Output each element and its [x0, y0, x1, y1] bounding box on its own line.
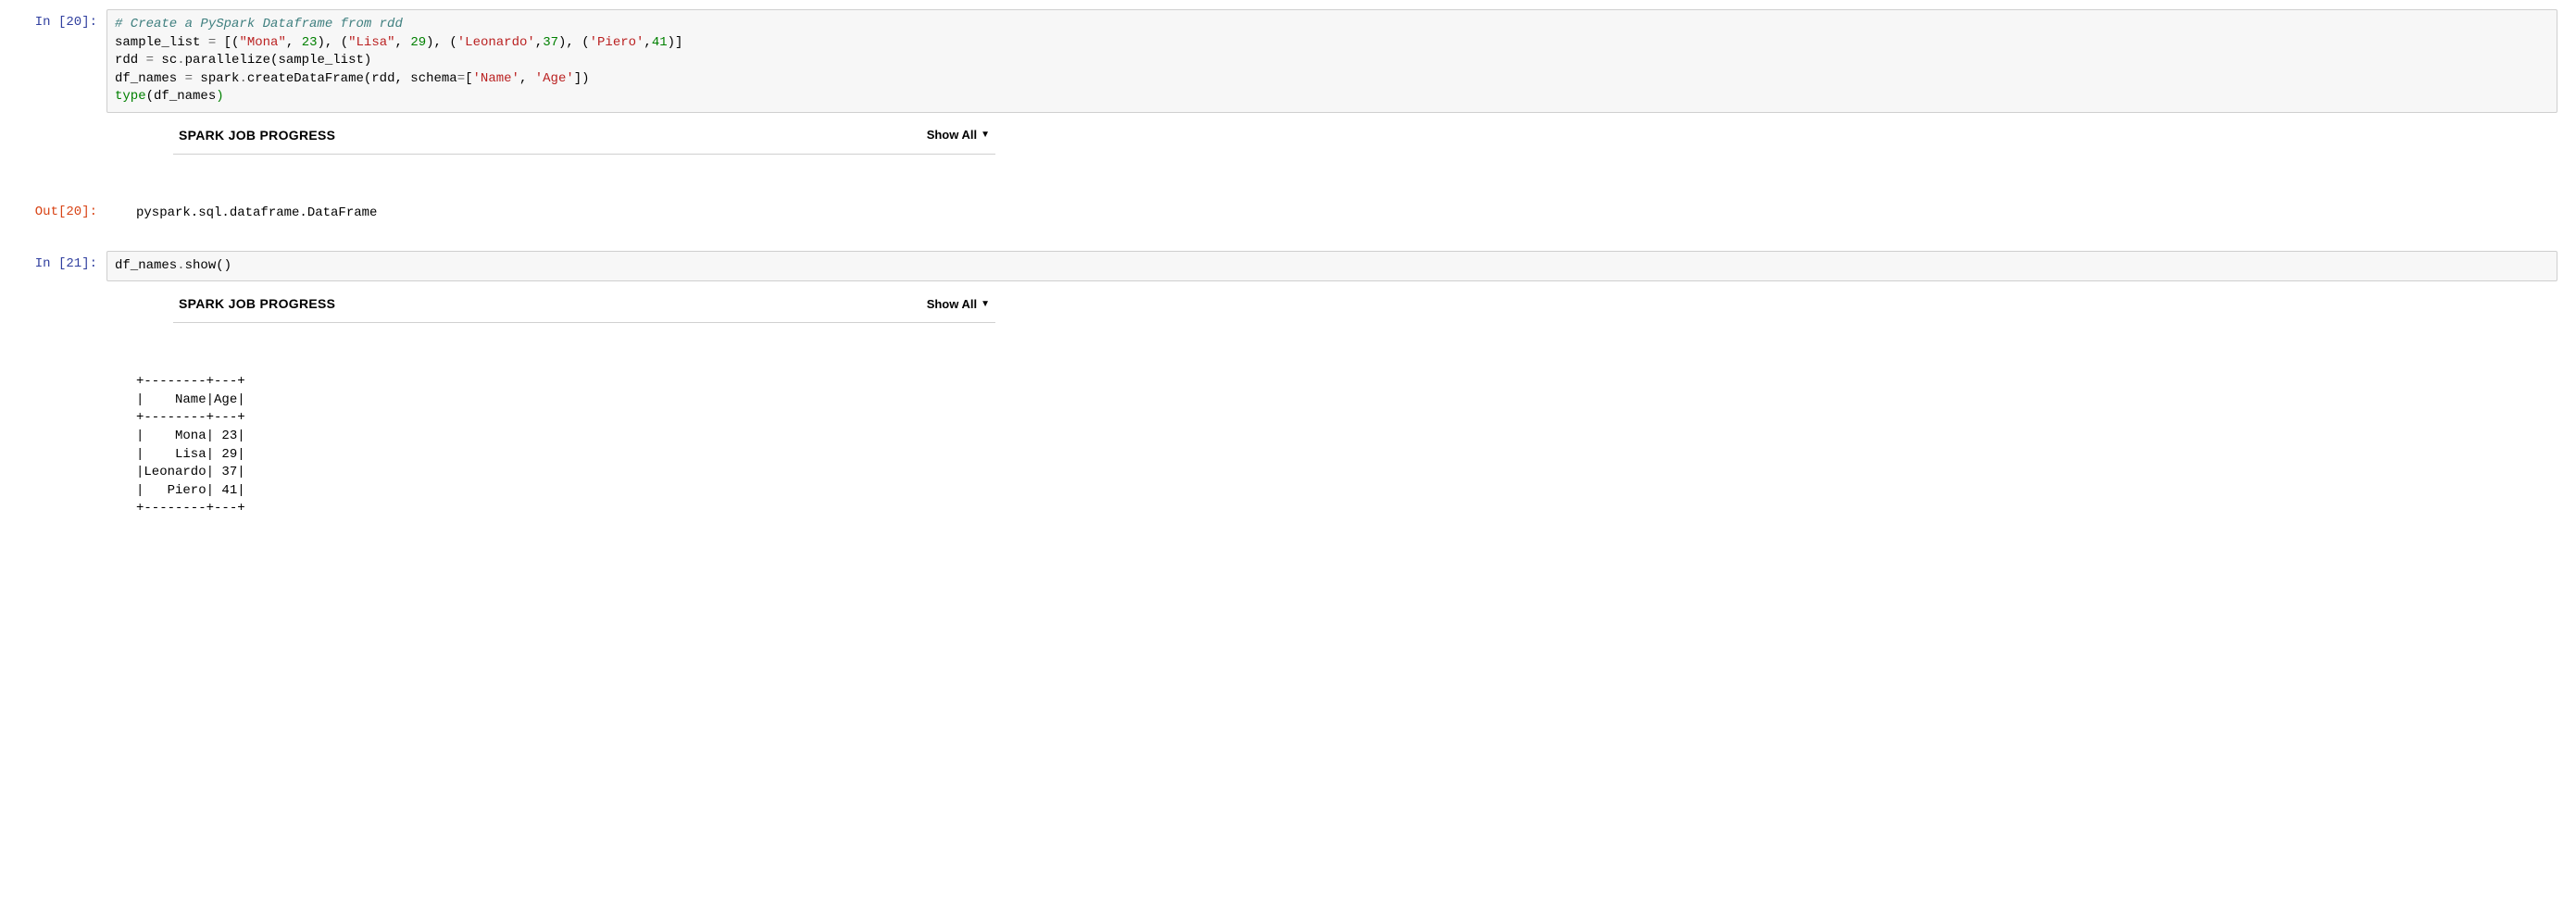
output-text-area: +--------+---+ | Name|Age| +--------+---… — [106, 367, 2557, 524]
spark-progress-widget: SPARK JOB PROGRESS Show All ▼ — [106, 115, 995, 182]
empty-prompt — [19, 283, 106, 289]
spark-progress-row: SPARK JOB PROGRESS Show All ▼ — [19, 115, 2557, 182]
chevron-down-icon: ▼ — [981, 130, 990, 140]
output-prompt: Out[20]: — [19, 199, 106, 219]
output-text: pyspark.sql.dataframe.DataFrame — [136, 205, 2550, 223]
code-input-area[interactable]: df_names.show() — [106, 251, 2557, 282]
chevron-down-icon: ▼ — [981, 299, 990, 309]
input-prompt: In [20]: — [19, 9, 106, 30]
input-prompt: In [21]: — [19, 251, 106, 271]
show-all-label: Show All — [927, 128, 977, 142]
show-all-toggle[interactable]: Show All ▼ — [927, 297, 990, 311]
code-block: df_names.show() — [115, 257, 2549, 276]
show-all-label: Show All — [927, 297, 977, 311]
spark-progress-row: SPARK JOB PROGRESS Show All ▼ — [19, 283, 2557, 351]
show-all-toggle[interactable]: Show All ▼ — [927, 128, 990, 142]
spark-progress-title: SPARK JOB PROGRESS — [179, 128, 335, 143]
spark-progress-widget: SPARK JOB PROGRESS Show All ▼ — [106, 283, 995, 351]
spark-progress-title: SPARK JOB PROGRESS — [179, 296, 335, 311]
output-cell-20: Out[20]: pyspark.sql.dataframe.DataFrame — [19, 199, 2557, 229]
output-cell-21: +--------+---+ | Name|Age| +--------+---… — [19, 367, 2557, 524]
empty-prompt — [19, 367, 106, 373]
input-cell-21: In [21]: df_names.show() — [19, 251, 2557, 282]
empty-prompt — [19, 115, 106, 120]
input-cell-20: In [20]: # Create a PySpark Dataframe fr… — [19, 9, 2557, 113]
output-text-area: pyspark.sql.dataframe.DataFrame — [106, 199, 2557, 229]
output-dataframe-table: +--------+---+ | Name|Age| +--------+---… — [136, 373, 2550, 518]
code-input-area[interactable]: # Create a PySpark Dataframe from rdd sa… — [106, 9, 2557, 113]
code-block: # Create a PySpark Dataframe from rdd sa… — [115, 16, 2549, 106]
